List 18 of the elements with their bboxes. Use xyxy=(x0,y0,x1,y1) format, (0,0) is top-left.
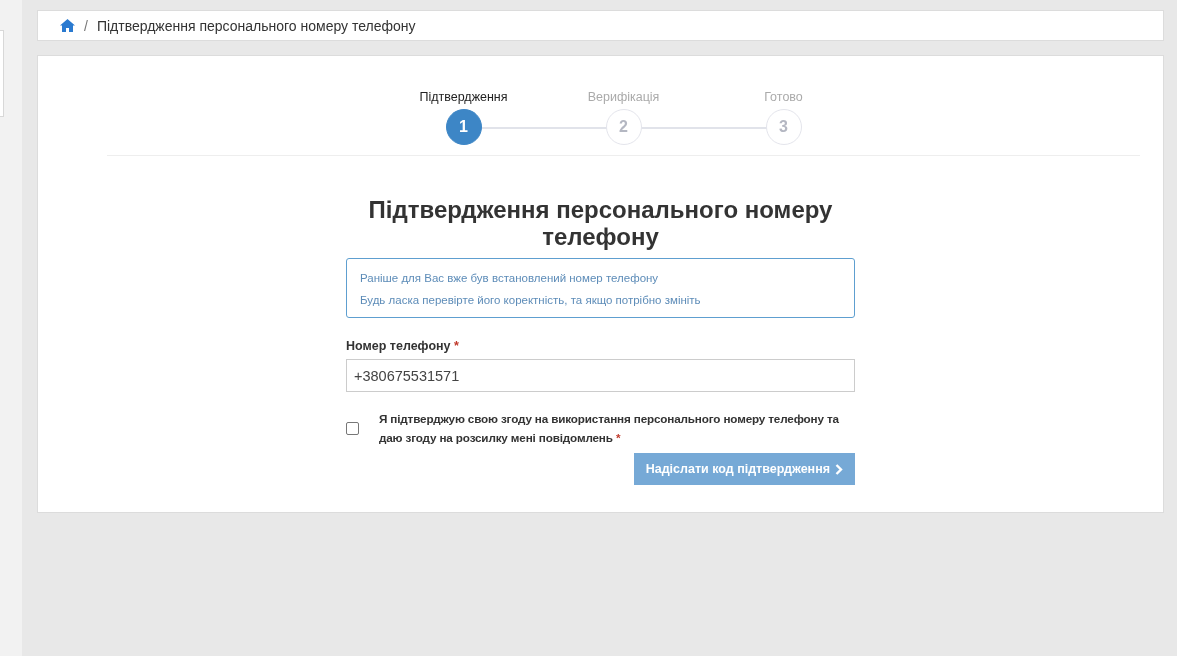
step-circle: 2 xyxy=(605,109,642,145)
step-label: Підтвердження xyxy=(419,90,508,106)
consent-text: Я підтверджую свою згоду на використання персонального номеру телефону та даю згоду на розсилку мені повідомлень * xyxy=(379,411,840,446)
notice-text: Раніше для Вас вже був встановлений номер телефону xyxy=(360,271,660,286)
page-title: Підтвердження персонального номеру телефону xyxy=(367,196,834,250)
step-circle: 1 xyxy=(445,109,482,145)
required-mark: * xyxy=(454,339,459,353)
chevron-right-icon xyxy=(835,463,843,475)
breadcrumb-separator: / xyxy=(84,17,88,34)
step-label: Верифікація xyxy=(587,90,660,106)
step-circle: 3 xyxy=(765,109,802,145)
field-label: Номер телефону xyxy=(346,339,451,353)
home-icon[interactable] xyxy=(60,19,75,32)
notice-text: Будь ласка перевірте його коректність, та якщо потрібно змініть xyxy=(360,293,702,308)
step-label: Готово xyxy=(764,90,803,106)
phone-input-field[interactable]: +380675531571 xyxy=(346,359,855,392)
breadcrumb-current: Підтвердження персонального номеру телефону xyxy=(96,17,416,34)
consent-checkbox[interactable] xyxy=(346,421,359,435)
